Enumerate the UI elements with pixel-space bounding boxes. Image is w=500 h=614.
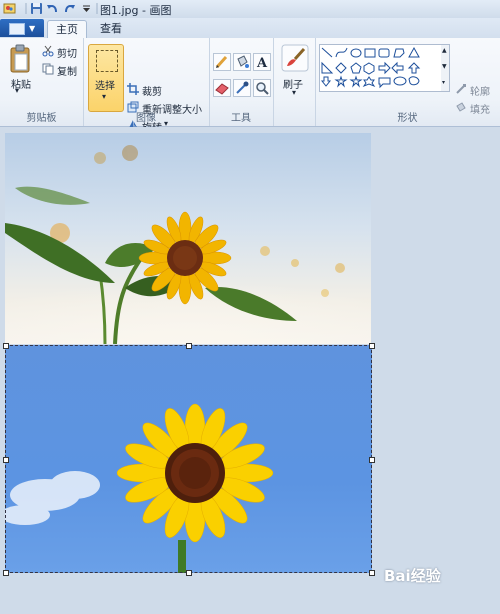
paint-app-icon[interactable] <box>3 2 16 15</box>
paste-button-label[interactable]: 粘贴 <box>11 76 31 91</box>
resize-icon[interactable] <box>127 101 139 113</box>
title-bar: 图1.jpg - 画图 <box>0 0 500 19</box>
shapes-gallery-icons <box>320 46 421 89</box>
tab-view[interactable]: 查看 <box>92 20 130 38</box>
paste-icon[interactable] <box>8 44 32 74</box>
tools-group-label: 工具 <box>231 113 251 124</box>
chevron-down-icon[interactable]: ▾ <box>15 86 19 95</box>
select-button[interactable]: 选择 ▾ <box>88 44 124 112</box>
outline-button[interactable]: 轮廓 <box>470 83 490 98</box>
sunflower-field-picture <box>5 145 371 344</box>
tab-home[interactable]: 主页 <box>47 20 87 39</box>
resize-button[interactable]: 重新调整大小 <box>142 101 202 116</box>
selection-border[interactable] <box>5 345 372 573</box>
shapes-gallery-scrollbar[interactable]: ▲ ▼ ▾ <box>441 44 450 92</box>
select-button-label: 选择 <box>95 81 115 92</box>
scissors-icon[interactable] <box>42 45 54 57</box>
scroll-up-icon[interactable]: ▲ <box>442 47 447 54</box>
shapes-gallery[interactable] <box>319 44 443 92</box>
file-menu-icon <box>9 23 25 35</box>
brush-icon[interactable] <box>281 44 309 72</box>
resize-handle[interactable] <box>3 457 9 463</box>
fill-tool[interactable] <box>233 53 251 71</box>
fill-icon[interactable] <box>455 101 467 113</box>
eraser-tool[interactable] <box>213 79 231 97</box>
expand-gallery-icon[interactable]: ▾ <box>442 79 445 86</box>
chevron-down-icon: ▾ <box>102 92 107 101</box>
magnifier-icon <box>256 82 269 95</box>
resize-handle[interactable] <box>369 457 375 463</box>
text-icon: A <box>256 56 268 71</box>
clipboard-group: 粘贴 ▾ 剪切 复制 剪贴板 <box>0 38 84 126</box>
resize-handle[interactable] <box>369 570 375 576</box>
pencil-icon <box>215 55 228 69</box>
resize-handle[interactable] <box>3 343 9 349</box>
selection-rectangle-icon <box>96 50 118 72</box>
pencil-tool[interactable] <box>213 53 231 71</box>
resize-handle[interactable] <box>3 570 9 576</box>
paint-bucket-icon <box>237 55 249 68</box>
ribbon: 粘贴 ▾ 剪切 复制 剪贴板 图像 选择 ▾ 裁剪 重新调整大小 旋转 ▾ <box>0 38 500 134</box>
copy-icon[interactable] <box>42 63 54 75</box>
save-icon[interactable] <box>30 2 43 15</box>
resize-handle[interactable] <box>186 570 192 576</box>
svg-text:A: A <box>256 56 268 70</box>
undo-icon[interactable] <box>46 2 59 15</box>
fill-button[interactable]: 填充 <box>470 101 490 116</box>
customize-toolbar-icon[interactable] <box>80 2 93 15</box>
file-menu-button[interactable]: ▼ <box>0 19 44 37</box>
chevron-down-icon[interactable]: ▾ <box>292 88 296 97</box>
chevron-down-icon: ▼ <box>29 24 36 33</box>
ribbon-tab-row: ▼ 主页 查看 <box>0 18 500 39</box>
scroll-down-icon[interactable]: ▼ <box>442 63 447 70</box>
text-tool[interactable]: A <box>253 53 271 71</box>
cut-button[interactable]: 剪切 <box>57 45 77 60</box>
eraser-icon <box>215 83 229 95</box>
magnifier-tool[interactable] <box>253 79 271 97</box>
redo-icon[interactable] <box>63 2 76 15</box>
window-title: 图1.jpg - 画图 <box>100 4 172 17</box>
clipboard-group-label: 剪贴板 <box>26 113 57 124</box>
resize-handle[interactable] <box>369 343 375 349</box>
copy-button[interactable]: 复制 <box>57 63 77 78</box>
outline-icon[interactable] <box>455 83 467 95</box>
eyedropper-icon <box>236 81 249 94</box>
canvas-image-top[interactable] <box>5 133 371 344</box>
watermark-text: Bai经验 <box>384 567 441 585</box>
color-picker-tool[interactable] <box>233 79 251 97</box>
resize-handle[interactable] <box>186 343 192 349</box>
crop-button[interactable]: 裁剪 <box>142 83 162 98</box>
crop-icon[interactable] <box>127 83 139 95</box>
